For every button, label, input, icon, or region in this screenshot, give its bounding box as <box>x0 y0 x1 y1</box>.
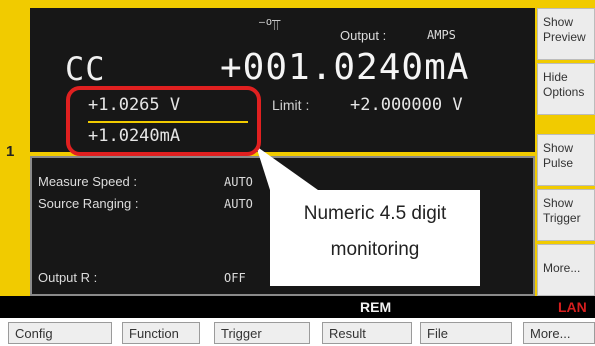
callout-text: Numeric 4.5 digit monitoring <box>270 196 480 286</box>
callout-balloon <box>256 146 480 286</box>
callout-line-1: Numeric 4.5 digit <box>303 203 447 224</box>
callout-line-2: monitoring <box>330 239 420 260</box>
callout-pointer <box>256 146 318 190</box>
monitor-highlight <box>66 86 261 156</box>
